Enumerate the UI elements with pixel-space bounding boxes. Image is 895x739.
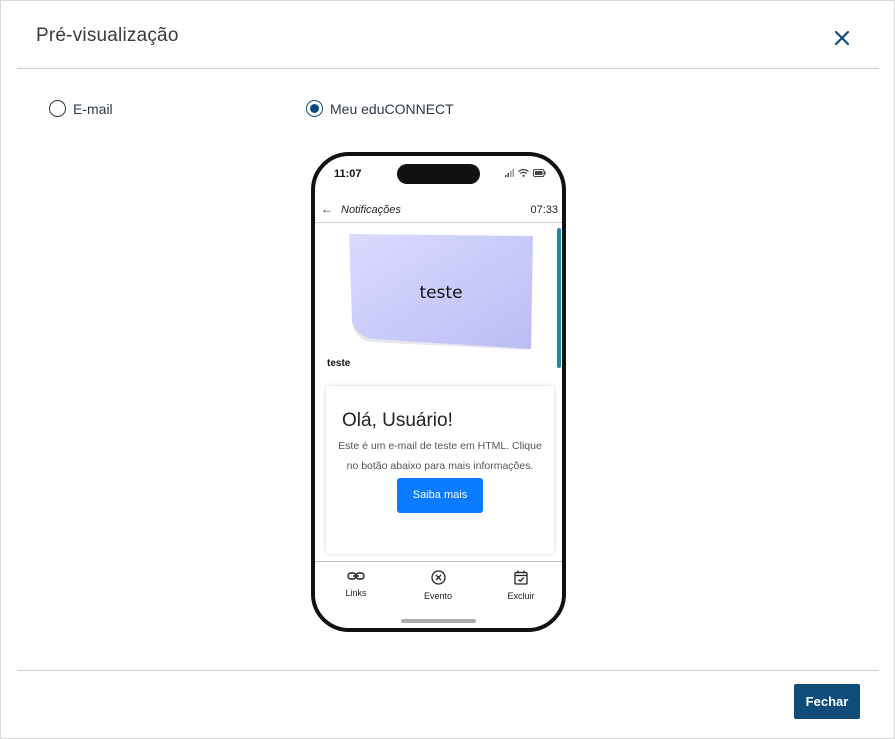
sticky-note-image: teste (349, 234, 533, 350)
back-arrow-icon[interactable]: ← (321, 202, 333, 216)
radio-educonnect-label: Meu eduCONNECT (330, 100, 454, 117)
scrollbar[interactable] (557, 228, 561, 368)
battery-icon (533, 169, 546, 177)
app-bar: ← Notificações 07:33 (315, 198, 562, 223)
email-preview-card: Olá, Usuário! Este é um e-mail de teste … (326, 386, 554, 554)
email-heading: Olá, Usuário! (342, 410, 453, 431)
header-divider (17, 68, 879, 69)
status-time: 11:07 (334, 168, 362, 180)
phone-preview: 11:07 ← Notificações 07:33 teste teste O… (311, 152, 566, 632)
radio-circle-checked[interactable] (306, 100, 323, 117)
radio-educonnect[interactable]: Meu eduCONNECT (306, 100, 454, 117)
image-text: teste (419, 283, 462, 303)
wifi-icon (518, 169, 529, 177)
close-icon (834, 30, 850, 46)
nav-evento-label: Evento (423, 591, 453, 601)
calendar-check-icon (514, 570, 528, 585)
email-body: Este é um e-mail de teste em HTML. Cliqu… (338, 440, 542, 472)
app-bar-time: 07:33 (530, 204, 558, 216)
signal-icon (505, 169, 514, 177)
link-icon (347, 572, 365, 580)
nav-evento[interactable]: Evento (408, 570, 468, 601)
radio-circle[interactable] (49, 100, 66, 117)
dynamic-island (397, 164, 480, 184)
radio-dot (310, 104, 319, 113)
modal-title: Pré-visualização (36, 25, 179, 46)
nav-links[interactable]: Links (326, 570, 386, 598)
notification-content[interactable]: teste teste Olá, Usuário! Este é um e-ma… (315, 223, 562, 561)
home-indicator (401, 619, 476, 623)
radio-email-label: E-mail (73, 100, 113, 117)
fechar-button[interactable]: Fechar (794, 684, 860, 719)
status-icons (505, 169, 546, 177)
close-circle-icon (430, 570, 446, 585)
saiba-mais-button[interactable]: Saiba mais (397, 478, 483, 513)
radio-email[interactable]: E-mail (49, 100, 113, 117)
notification-caption: teste (327, 358, 351, 369)
footer-divider (17, 670, 879, 671)
close-button[interactable] (827, 23, 857, 53)
preview-modal: Pré-visualização E-mail Meu eduCONNECT 1… (0, 0, 895, 739)
nav-excluir[interactable]: Excluir (491, 570, 551, 601)
nav-links-label: Links (345, 588, 367, 598)
app-bar-title: Notificações (341, 204, 401, 216)
nav-excluir-label: Excluir (507, 591, 535, 601)
